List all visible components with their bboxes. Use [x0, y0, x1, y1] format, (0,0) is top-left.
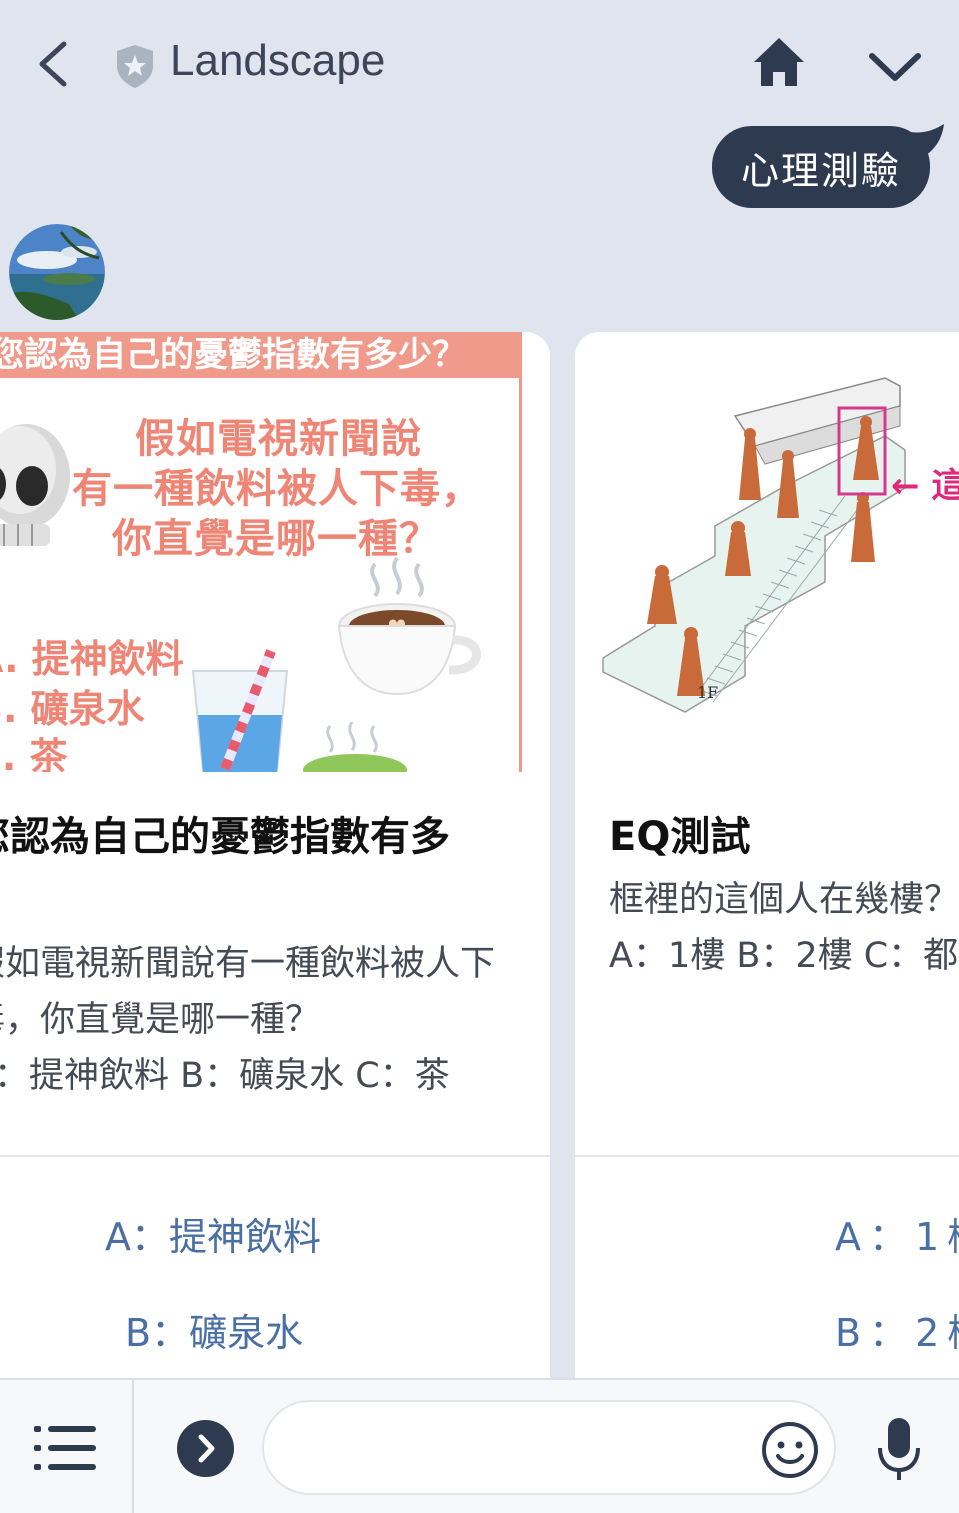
option-line: A. 提神飲料: [0, 637, 184, 681]
chat-header: Landscape: [0, 0, 959, 125]
image-banner: 您認為自己的憂鬱指數有多少？: [0, 332, 522, 378]
skull-icon: [0, 424, 70, 546]
option-line: C. 茶: [0, 735, 68, 772]
action-button-a[interactable]: A：1樓: [835, 1206, 959, 1261]
water-glass-icon: [191, 649, 289, 772]
pointer-label: ← 這個: [891, 466, 959, 506]
floor-label: 1F: [697, 683, 718, 702]
chevron-right-icon[interactable]: [177, 1420, 234, 1477]
action-button-b[interactable]: B：2樓: [835, 1302, 959, 1357]
action-button-a[interactable]: A：提神飲料: [105, 1206, 321, 1261]
card-description-line: A：提神飲料 B：礦泉水 C：茶: [0, 1056, 450, 1096]
smiley-icon[interactable]: [760, 1420, 820, 1480]
card-description-line: 假如電視新聞說有一種飲料被人下: [0, 944, 496, 984]
bar-separator: [132, 1380, 134, 1513]
avatar[interactable]: [9, 224, 105, 320]
shield-star-icon: [117, 45, 153, 88]
card-description-line: 框裡的這個人在幾樓？: [609, 880, 959, 920]
carousel-card-depression-quiz[interactable]: 您認為自己的憂鬱指數有多少？ 假如電視新聞說 有一種飲料被人下毒， 你直覺是哪一…: [0, 332, 550, 1392]
chevron-down-icon[interactable]: [864, 42, 926, 90]
action-button-b[interactable]: B：礦泉水: [125, 1302, 303, 1357]
tea-cup-icon: [303, 722, 407, 772]
card-image-depression: 您認為自己的憂鬱指數有多少？ 假如電視新聞說 有一種飲料被人下毒， 你直覺是哪一…: [0, 332, 530, 772]
chevron-left-icon[interactable]: [28, 34, 80, 94]
card-description-line: 毒，你直覺是哪一種？: [0, 1000, 321, 1040]
coffee-cup-icon: [337, 556, 481, 696]
card-description-line: A：1樓 B：2樓 C：都: [609, 936, 959, 976]
message-input[interactable]: [262, 1400, 836, 1495]
image-frame: [519, 378, 522, 772]
option-line: B. 礦泉水: [0, 687, 145, 731]
card-title: 您認為自己的憂鬱指數有多: [0, 814, 450, 860]
card-divider: [0, 1155, 550, 1157]
microphone-icon[interactable]: [876, 1416, 922, 1482]
card-divider: [575, 1155, 959, 1157]
chat-title: Landscape: [170, 36, 386, 85]
card-title: EQ測試: [609, 814, 751, 860]
composer-bar: [0, 1378, 959, 1513]
carousel-card-eq-test[interactable]: 1F ← 這個 EQ測試 框裡的這個人在幾樓？ A：1樓 B：2樓 C：都 A：…: [575, 332, 959, 1392]
home-icon[interactable]: [750, 34, 808, 90]
card-image-eq-staircase: 1F: [602, 377, 906, 713]
menu-list-icon[interactable]: [32, 1422, 98, 1474]
sent-message-bubble[interactable]: 心理測驗: [712, 126, 930, 208]
